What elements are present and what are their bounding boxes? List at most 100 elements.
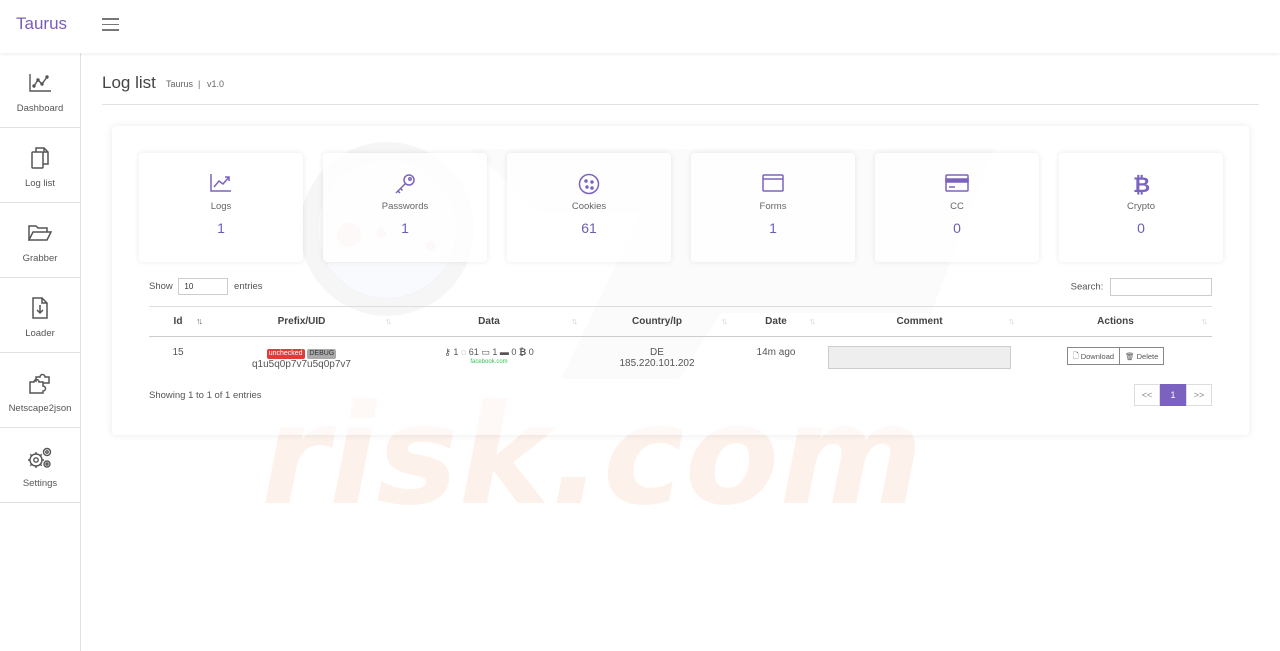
comment-input[interactable] [828, 346, 1011, 369]
delete-button[interactable]: 🗑 Delete [1120, 347, 1165, 365]
column-header-id[interactable]: Id ↑↓ [149, 306, 207, 337]
window-icon [691, 173, 855, 197]
log-table: Id ↑↓ Prefix/UID ↑↓ Data ↑↓ Country/Ip ↑↓ Da… [149, 306, 1212, 383]
log-list-card: Logs 1 Passwords 1 Cookies 61 Forms 1 CC… [112, 126, 1249, 435]
stat-label: Forms [759, 201, 787, 212]
stat-value: 1 [769, 220, 777, 236]
cell-comment [820, 337, 1019, 383]
status-badge: unchecked [266, 349, 305, 359]
page-length-select[interactable] [178, 278, 229, 295]
stat-card-passwords: Passwords 1 [323, 153, 487, 262]
cookie-icon [507, 173, 671, 197]
page-1-button[interactable]: 1 [1160, 384, 1186, 406]
cell-prefix-uid: unchecked DEBUG q1u5q0p7v7u5q0p7v7 [207, 337, 396, 383]
cell-date: 14m ago [756, 347, 796, 358]
stat-value: 1 [401, 220, 409, 236]
stat-label: Cookies [571, 201, 607, 212]
breadcrumb-separator: | [198, 79, 201, 89]
search-input[interactable] [1110, 278, 1212, 296]
file-download-icon [0, 294, 80, 322]
puzzle-icon [0, 369, 80, 397]
page-next-button[interactable]: >> [1186, 384, 1212, 406]
copy-icon [0, 144, 80, 172]
table-search: Search: [1071, 278, 1212, 296]
password-count: 1 [453, 347, 459, 357]
stat-card-logs: Logs 1 [139, 153, 303, 262]
sidebar-item-log-list[interactable]: Log list [0, 128, 80, 203]
column-header-country-ip[interactable]: Country/Ip ↑↓ [582, 306, 732, 337]
table-info: Showing 1 to 1 of 1 entries [149, 390, 262, 401]
sidebar-item-settings[interactable]: Settings [0, 428, 80, 503]
brand-logo[interactable]: Taurus [16, 14, 67, 34]
column-header-prefix-uid[interactable]: Prefix/UID ↑↓ [207, 306, 396, 337]
download-button[interactable]: 🗋 Download [1066, 347, 1121, 365]
column-header-actions[interactable]: Actions ↑↓ [1019, 306, 1212, 337]
stat-label: CC [950, 201, 964, 212]
cell-data: ⚷ 1 ◌ 61 ▭ 1 ▬ 0 ₿ 0 facebook.com [396, 337, 582, 383]
stat-value: 1 [217, 220, 225, 236]
bitcoin-icon: ₿ [518, 347, 527, 357]
window-icon: ▭ [481, 347, 490, 357]
cell-actions: 🗋 Download 🗑 Delete [1019, 337, 1212, 383]
gears-icon [0, 444, 80, 472]
entries-label: entries [234, 281, 263, 292]
stat-value: 0 [953, 220, 961, 236]
stat-card-crypto: ₿ Crypto 0 [1059, 153, 1223, 262]
column-header-comment[interactable]: Comment ↑↓ [820, 306, 1019, 337]
page-title: Log list [102, 73, 156, 92]
page-header: Log list Taurus | v1.0 [102, 73, 1259, 105]
uid-text: q1u5q0p7v7u5q0p7v7 [252, 359, 351, 370]
sidebar-item-label: Grabber [22, 253, 58, 264]
main-content: risk.com Log list Taurus | v1.0 Logs 1 P… [81, 53, 1280, 651]
chart-icon [0, 69, 80, 97]
page-prev-button[interactable]: << [1134, 384, 1160, 406]
domain-tag: facebook.com [470, 359, 508, 365]
cell-country-ip: DE 185.220.101.202 [582, 337, 732, 383]
breadcrumb-app[interactable]: Taurus [166, 79, 193, 89]
country-text: DE [650, 347, 664, 358]
folder-open-icon [0, 219, 80, 247]
action-buttons: 🗋 Download 🗑 Delete [1066, 347, 1165, 365]
sidebar-item-loader[interactable]: Loader [0, 278, 80, 353]
sidebar-item-label: Settings [22, 478, 58, 489]
stat-value: 61 [581, 220, 597, 236]
sidebar-item-label: Log list [24, 178, 56, 189]
sidebar-item-dashboard[interactable]: Dashboard [0, 53, 80, 128]
stat-label: Passwords [381, 201, 429, 212]
stat-card-cookies: Cookies 61 [507, 153, 671, 262]
credit-card-icon: ▬ [499, 347, 509, 357]
breadcrumb-version: v1.0 [207, 79, 225, 89]
stat-value: 0 [1137, 220, 1145, 236]
sidebar-item-netscape2json[interactable]: Netscape2json [0, 353, 80, 428]
crypto-count: 0 [528, 347, 534, 357]
sidebar-item-label: Netscape2json [8, 403, 72, 414]
cookie-count: 61 [468, 347, 479, 357]
cc-count: 0 [511, 347, 517, 357]
cell-id: 15 [172, 347, 184, 358]
stat-card-forms: Forms 1 [691, 153, 855, 262]
show-label: Show [149, 281, 173, 292]
stat-label: Crypto [1127, 201, 1155, 212]
column-header-data[interactable]: Data ↑↓ [396, 306, 582, 337]
credit-card-icon [875, 173, 1039, 197]
trend-chart-icon [139, 173, 303, 197]
form-count: 1 [492, 347, 498, 357]
trash-icon: 🗑 [1125, 351, 1135, 361]
sidebar-item-label: Loader [25, 328, 55, 339]
top-bar: Taurus [0, 0, 1280, 53]
page-length-control: Show entries [149, 278, 263, 295]
cookie-icon: ◌ [460, 347, 467, 357]
ip-text: 185.220.101.202 [619, 358, 695, 369]
key-icon: ⚷ [444, 347, 451, 357]
menu-toggle-icon[interactable] [102, 18, 120, 32]
sidebar-item-grabber[interactable]: Grabber [0, 203, 80, 278]
svg-text:₿: ₿ [1133, 173, 1150, 195]
stat-label: Logs [210, 201, 232, 212]
table-row: 15 unchecked DEBUG q1u5q0p7v7u5q0p7v7 ⚷ … [149, 337, 1212, 383]
bitcoin-icon: ₿ [1059, 173, 1223, 197]
search-label: Search: [1070, 281, 1104, 293]
sidebar: Dashboard Log list Grabber Loader Netsca… [0, 53, 81, 651]
column-header-date[interactable]: Date ↑↓ [732, 306, 820, 337]
stat-card-cc: CC 0 [875, 153, 1039, 262]
file-icon: 🗋 [1072, 350, 1079, 360]
